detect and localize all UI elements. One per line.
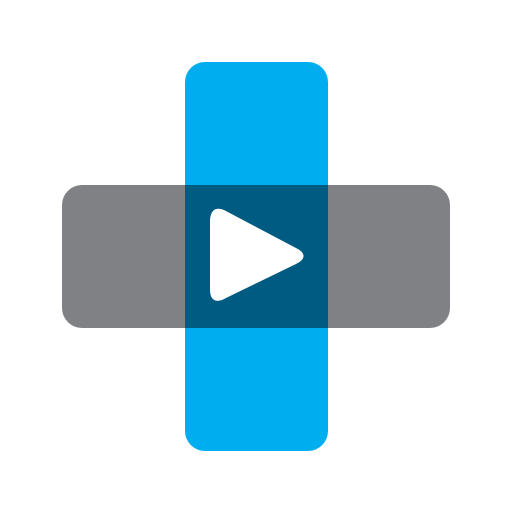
medical-cross-play-icon[interactable] xyxy=(0,0,512,512)
app-icon-canvas xyxy=(0,0,512,512)
